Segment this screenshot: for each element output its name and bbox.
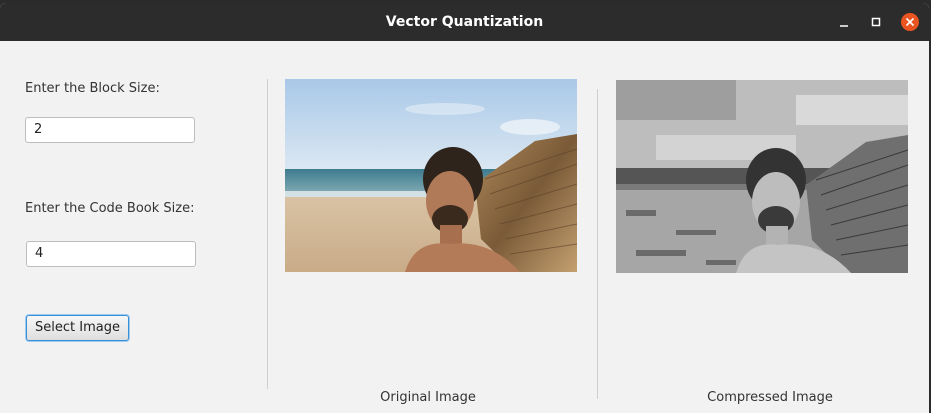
middle-divider: [597, 89, 598, 399]
app-window: Vector Quantization Enter the Block Size…: [0, 3, 929, 413]
maximize-button[interactable]: [866, 12, 886, 32]
codebook-size-label: Enter the Code Book Size:: [25, 201, 195, 216]
block-size-input[interactable]: 2: [25, 117, 195, 143]
compressed-image: [616, 80, 908, 273]
compressed-image-caption: Compressed Image: [707, 390, 833, 405]
close-button[interactable]: [900, 12, 920, 32]
left-divider: [267, 79, 268, 389]
main-content: Enter the Block Size: 2 Enter the Code B…: [0, 41, 929, 413]
original-image: [285, 79, 577, 272]
block-size-label: Enter the Block Size:: [25, 81, 160, 96]
codebook-size-input[interactable]: 4: [26, 241, 196, 267]
select-image-button[interactable]: Select Image: [26, 315, 129, 341]
maximize-icon: [871, 17, 881, 27]
minimize-icon: [840, 25, 848, 27]
window-title: Vector Quantization: [385, 14, 544, 30]
minimize-button[interactable]: [834, 12, 854, 32]
original-image-caption: Original Image: [380, 390, 476, 405]
close-icon: [901, 13, 919, 31]
title-bar: Vector Quantization: [0, 3, 929, 41]
